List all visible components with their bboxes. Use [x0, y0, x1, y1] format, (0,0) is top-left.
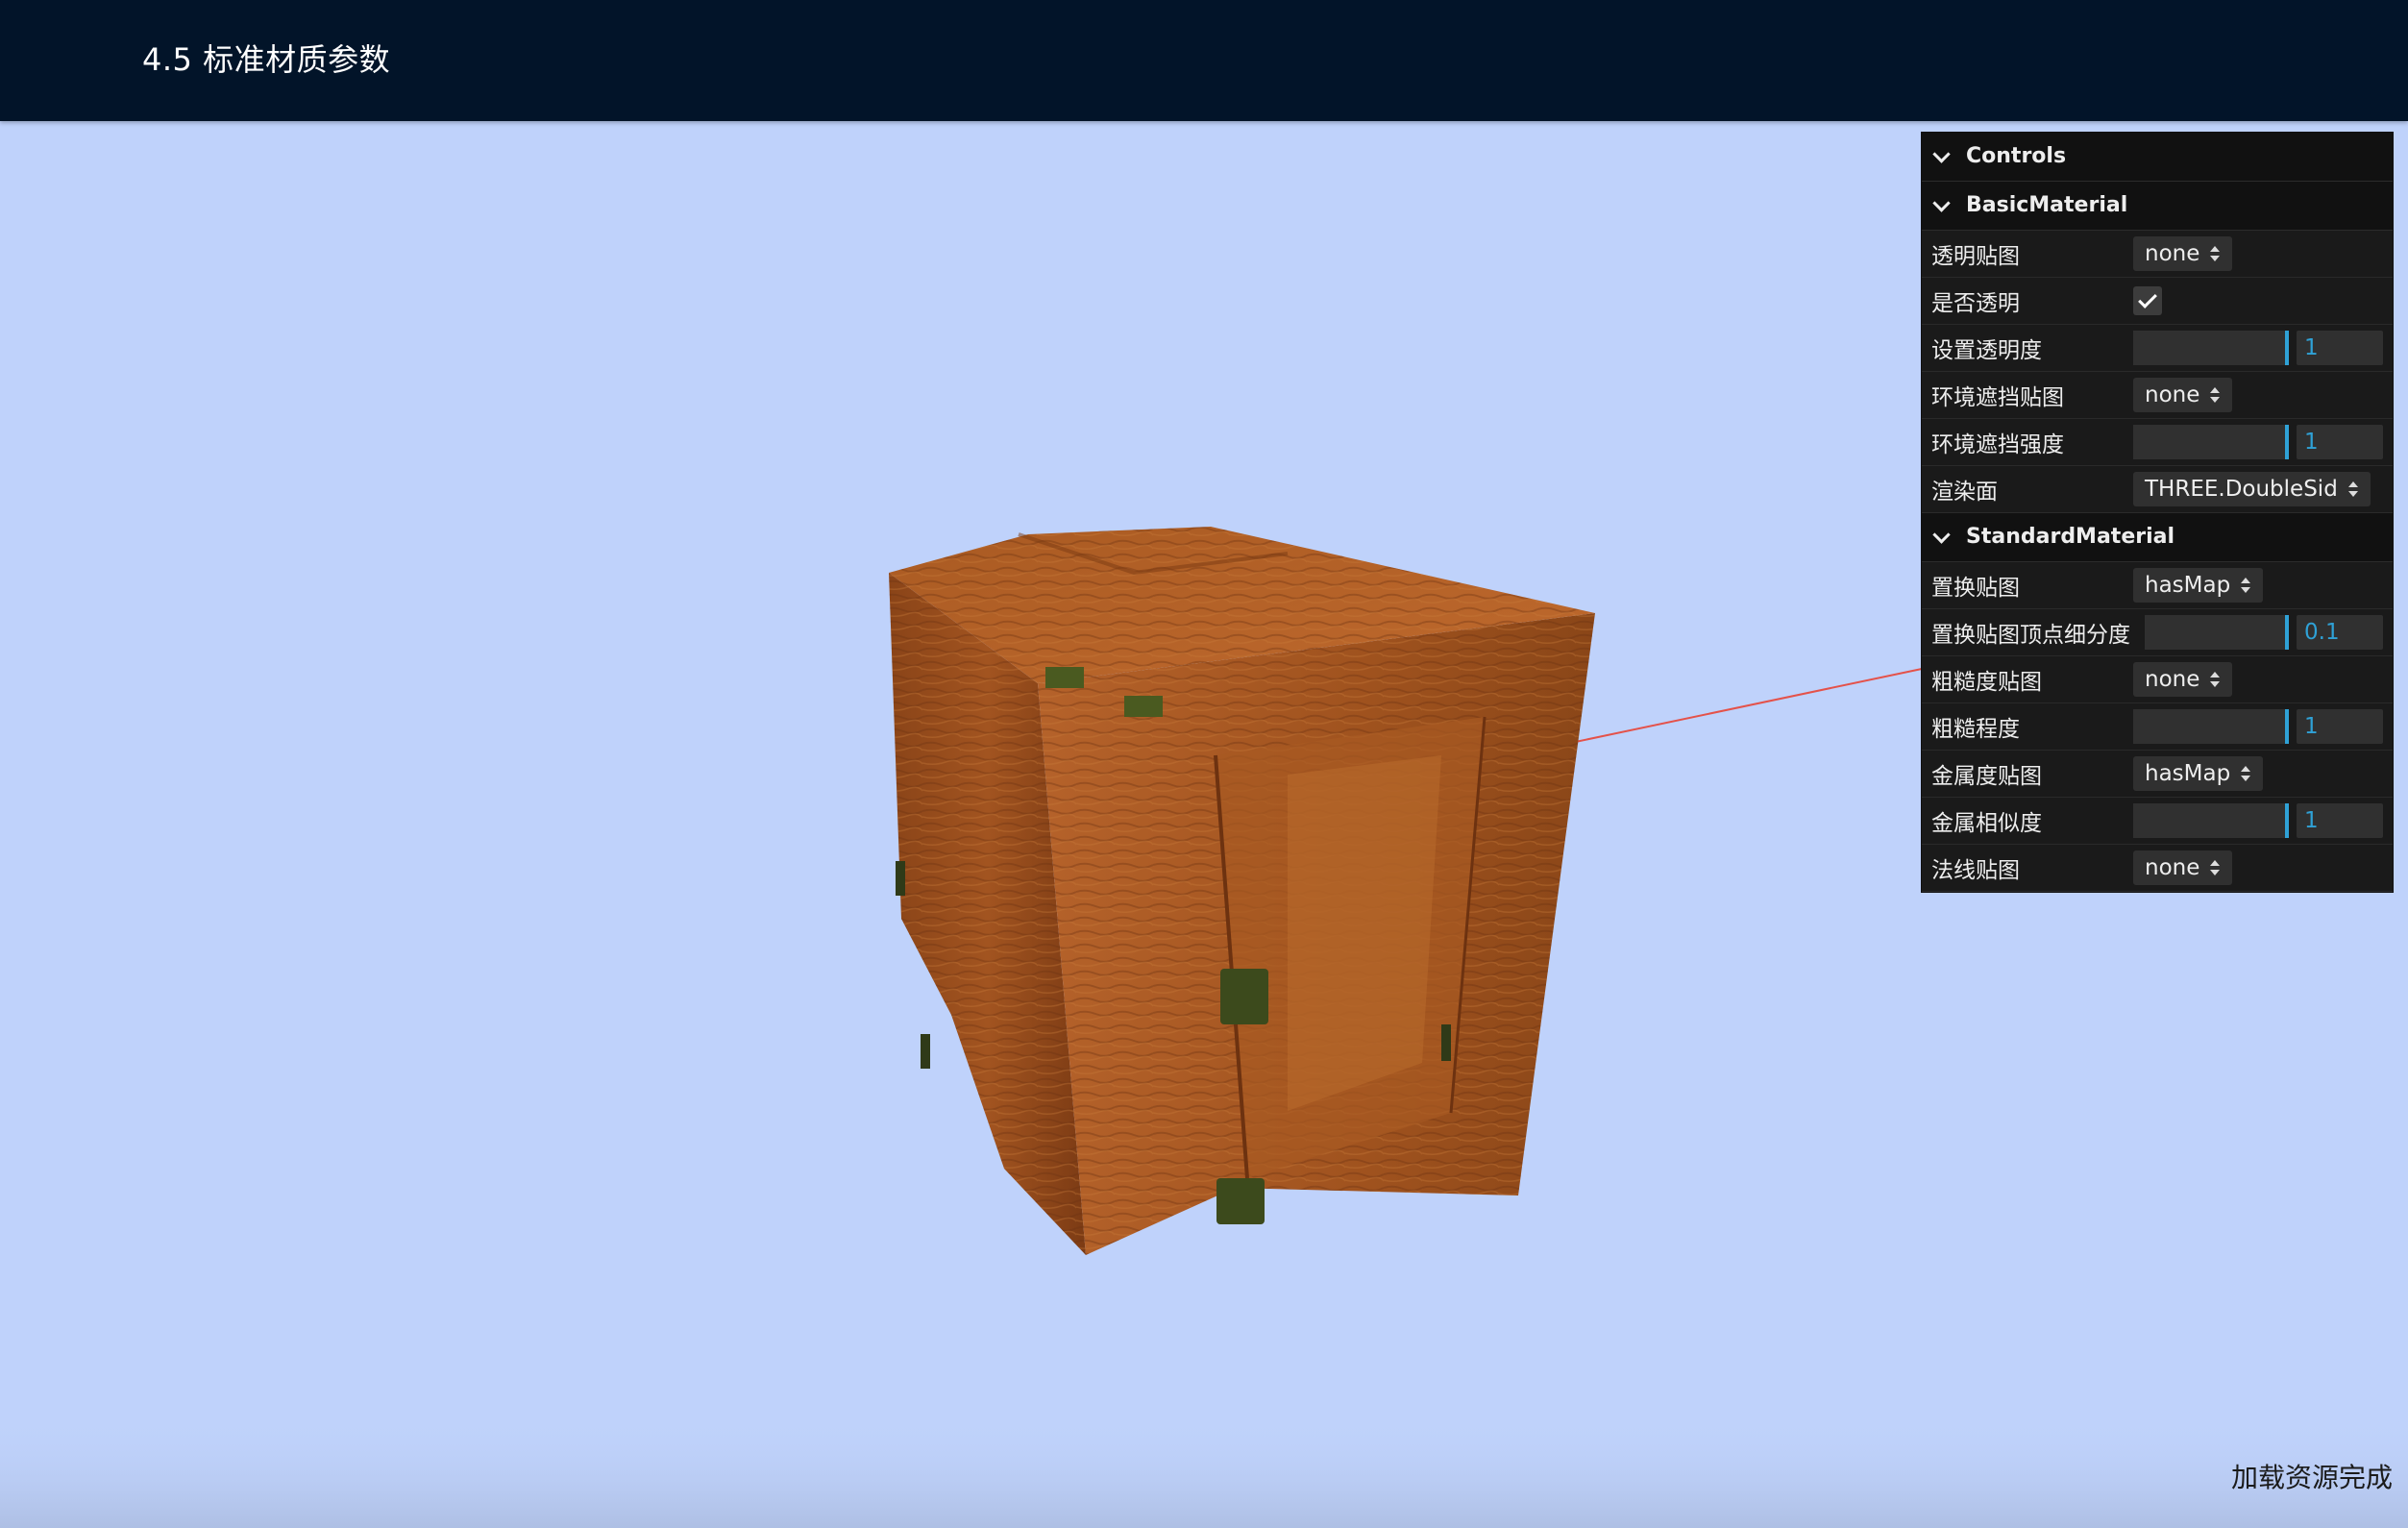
normal-map-row: 法线贴图 none — [1922, 845, 2393, 892]
slider-fill — [2133, 331, 2289, 365]
roughness-map-label: 粗糙度贴图 — [1931, 670, 2042, 695]
updown-arrow-icon — [2347, 481, 2359, 498]
metalness-number-input[interactable]: 1 — [2297, 803, 2383, 838]
app-header: 4.5 标准材质参数 — [0, 0, 2408, 121]
displacement-scale-row: 置换贴图顶点细分度 0.1 — [1922, 609, 2393, 656]
roughness-label: 粗糙程度 — [1931, 717, 2020, 742]
displacement-scale-label: 置换贴图顶点细分度 — [1931, 623, 2130, 648]
displacement-map-label: 置换贴图 — [1931, 576, 2020, 601]
folder-title-label: StandardMaterial — [1966, 525, 2175, 549]
ao-intensity-slider[interactable] — [2133, 425, 2289, 459]
slider-fill — [2133, 709, 2289, 744]
folder-title-label: BasicMaterial — [1966, 193, 2128, 217]
basic-material-folder[interactable]: BasicMaterial — [1922, 182, 2393, 231]
metalness-map-select[interactable]: hasMap — [2133, 756, 2264, 791]
side-select[interactable]: THREE.DoubleSid — [2133, 472, 2371, 506]
opacity-label: 设置透明度 — [1931, 338, 2042, 363]
chevron-down-icon — [1931, 195, 1953, 216]
transparent-checkbox[interactable] — [2133, 286, 2162, 315]
select-value: hasMap — [2145, 761, 2231, 786]
select-value: THREE.DoubleSid — [2145, 477, 2338, 502]
metalness-map-row: 金属度贴图 hasMap — [1922, 751, 2393, 798]
roughness-row: 粗糙程度 1 — [1922, 703, 2393, 751]
metalness-map-label: 金属度贴图 — [1931, 764, 2042, 789]
displacement-map-row: 置换贴图 hasMap — [1922, 562, 2393, 609]
ao-map-label: 环境遮挡贴图 — [1931, 385, 2064, 410]
opacity-slider[interactable] — [2133, 331, 2289, 365]
roughness-map-select[interactable]: none — [2133, 662, 2233, 697]
ao-map-row: 环境遮挡贴图 none — [1922, 372, 2393, 419]
slider-fill — [2145, 615, 2289, 650]
transparent-row: 是否透明 — [1922, 278, 2393, 325]
metalness-slider[interactable] — [2133, 803, 2289, 838]
slider-fill — [2133, 425, 2289, 459]
metalness-row: 金属相似度 1 — [1922, 798, 2393, 845]
normal-map-select[interactable]: none — [2133, 850, 2233, 885]
displacement-map-select[interactable]: hasMap — [2133, 568, 2264, 603]
select-value: none — [2145, 667, 2200, 692]
updown-arrow-icon — [2209, 245, 2221, 262]
updown-arrow-icon — [2209, 386, 2221, 404]
ao-map-select[interactable]: none — [2133, 378, 2233, 412]
roughness-number-input[interactable]: 1 — [2297, 709, 2383, 744]
ao-intensity-number-input[interactable]: 1 — [2297, 425, 2383, 459]
displacement-scale-slider[interactable] — [2145, 615, 2289, 650]
slider-fill — [2133, 803, 2289, 838]
select-value: hasMap — [2145, 573, 2231, 598]
controls-title[interactable]: Controls — [1922, 133, 2393, 182]
metalness-label: 金属相似度 — [1931, 811, 2042, 836]
page-title: 4.5 标准材质参数 — [142, 41, 391, 78]
updown-arrow-icon — [2209, 671, 2221, 688]
updown-arrow-icon — [2240, 577, 2251, 594]
select-value: none — [2145, 382, 2200, 407]
controls-panel[interactable]: Controls BasicMaterial 透明贴图 none 是否透明 设置… — [1922, 133, 2393, 892]
ao-intensity-label: 环境遮挡强度 — [1931, 432, 2064, 457]
select-value: none — [2145, 241, 2200, 266]
updown-arrow-icon — [2209, 859, 2221, 876]
opacity-row: 设置透明度 1 — [1922, 325, 2393, 372]
roughness-map-row: 粗糙度贴图 none — [1922, 656, 2393, 703]
select-value: none — [2145, 855, 2200, 880]
standard-material-folder[interactable]: StandardMaterial — [1922, 513, 2393, 562]
chevron-down-icon — [1931, 146, 1953, 167]
displacement-scale-number-input[interactable]: 0.1 — [2297, 615, 2383, 650]
alpha-map-select[interactable]: none — [2133, 236, 2233, 271]
updown-arrow-icon — [2240, 765, 2251, 782]
controls-title-label: Controls — [1966, 144, 2067, 168]
ao-intensity-row: 环境遮挡强度 1 — [1922, 419, 2393, 466]
load-status-text: 加载资源完成 — [2230, 1462, 2393, 1493]
side-label: 渲染面 — [1931, 480, 1998, 505]
alpha-map-label: 透明贴图 — [1931, 244, 2020, 269]
opacity-number-input[interactable]: 1 — [2297, 331, 2383, 365]
alpha-map-row: 透明贴图 none — [1922, 231, 2393, 278]
chevron-down-icon — [1931, 527, 1953, 548]
roughness-slider[interactable] — [2133, 709, 2289, 744]
side-row: 渲染面 THREE.DoubleSid — [1922, 466, 2393, 513]
transparent-label: 是否透明 — [1931, 291, 2020, 316]
normal-map-label: 法线贴图 — [1931, 858, 2020, 883]
